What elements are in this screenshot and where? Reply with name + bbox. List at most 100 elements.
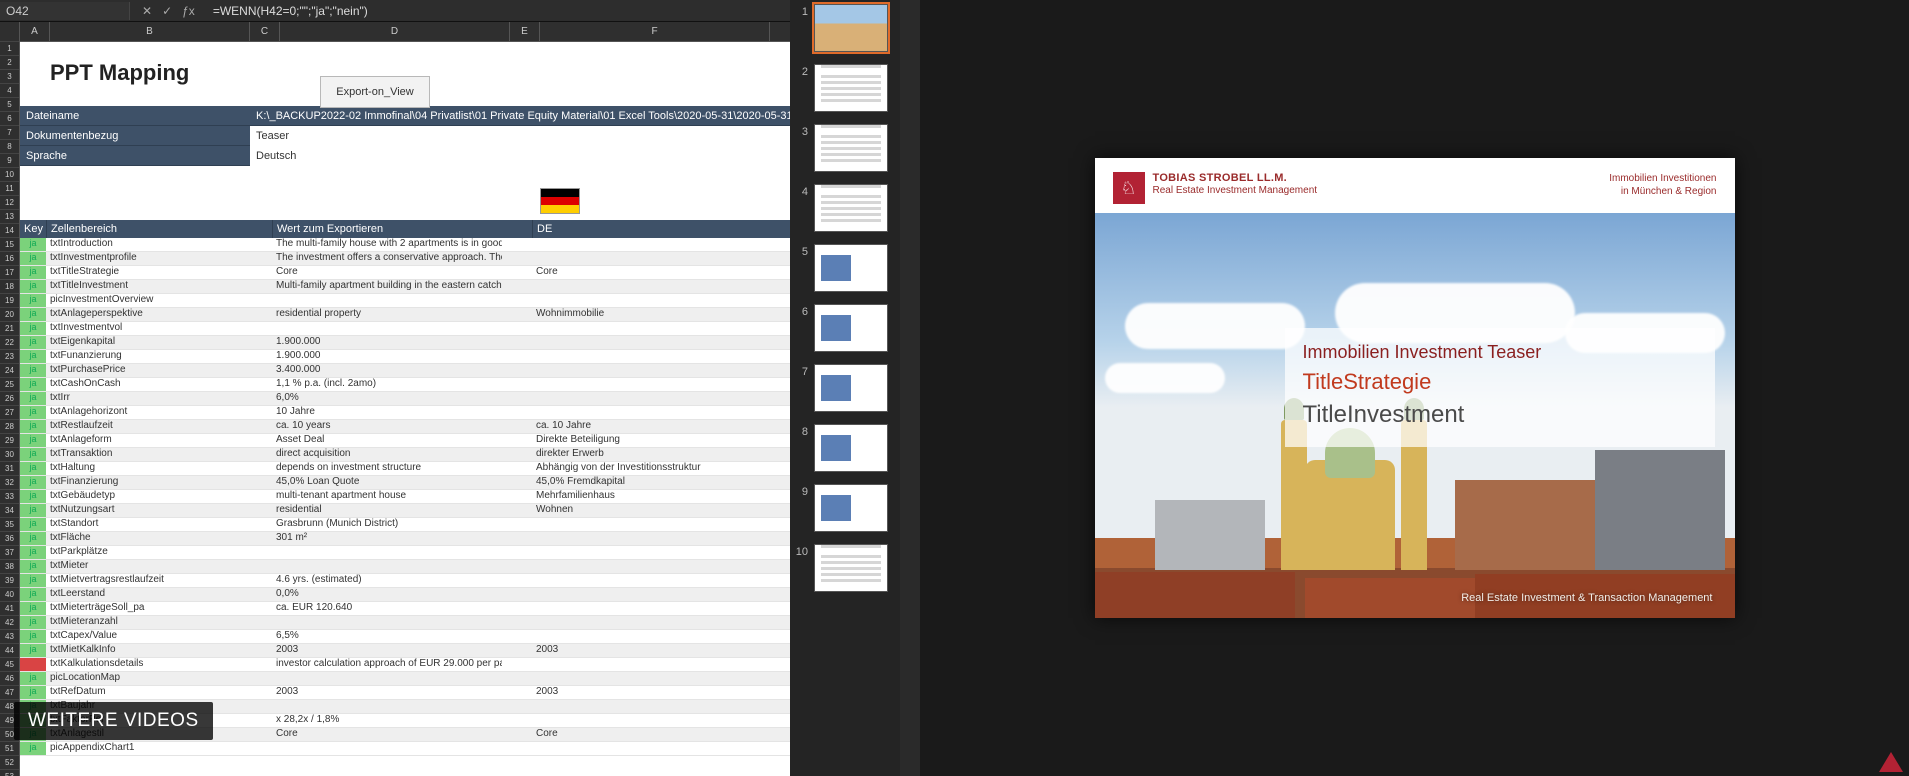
meta-value[interactable]: Teaser xyxy=(250,126,790,146)
col-header[interactable]: E xyxy=(510,22,540,41)
table-row[interactable]: jatxtTransaktiondirect acquisitiondirekt… xyxy=(20,448,790,462)
row-export-cell: 301 m² xyxy=(272,532,502,545)
row-de-cell xyxy=(532,392,790,405)
formula-controls: ✕ ✓ ƒx xyxy=(130,4,207,18)
row-de-cell xyxy=(532,546,790,559)
table-row[interactable]: jatxtMieteranzahl xyxy=(20,616,790,630)
table-row[interactable]: jatxtAnlageformAsset DealDirekte Beteili… xyxy=(20,434,790,448)
slide-thumbnail[interactable]: 3 xyxy=(794,124,896,172)
row-export-cell xyxy=(272,742,502,755)
table-row[interactable]: jatxtPurchasePrice3.400.000 xyxy=(20,364,790,378)
table-row[interactable]: jatxtInvestmentvol xyxy=(20,322,790,336)
table-row[interactable]: jatxtIrr6,0% xyxy=(20,392,790,406)
col-header[interactable]: F xyxy=(540,22,770,41)
table-row[interactable]: jatxtTitleStrategieCoreCore xyxy=(20,266,790,280)
table-row[interactable]: jatxtFunanzierung1.900.000 xyxy=(20,350,790,364)
table-row[interactable]: jatxtStandortGrasbrunn (Munich District) xyxy=(20,518,790,532)
title-text-band[interactable]: Immobilien Investment Teaser TitleStrate… xyxy=(1285,328,1715,447)
table-row[interactable]: jatxtCapex/Value6,5% xyxy=(20,630,790,644)
cancel-icon[interactable]: ✕ xyxy=(142,4,152,18)
table-row[interactable]: jatxtLeerstand0,0% xyxy=(20,588,790,602)
table-row[interactable]: jatxtFläche301 m² xyxy=(20,532,790,546)
thumb-preview[interactable] xyxy=(814,244,888,292)
table-row[interactable]: jatxtFinanzierung45,0% Loan Quote45,0% F… xyxy=(20,476,790,490)
slide-thumbnail[interactable]: 7 xyxy=(794,364,896,412)
table-row[interactable]: jatxtMieterträgeSoll_paca. EUR 120.640 xyxy=(20,602,790,616)
confirm-icon[interactable]: ✓ xyxy=(162,4,172,18)
table-row[interactable]: jatxtNutzungsartresidentialWohnen xyxy=(20,504,790,518)
row-de-cell xyxy=(532,588,790,601)
row-field-cell: txtAnlageperspektive xyxy=(46,308,246,321)
row-de-cell: Direkte Beteiligung xyxy=(532,434,790,447)
table-row[interactable]: jatxtParkplätze xyxy=(20,546,790,560)
row-de-cell xyxy=(532,630,790,643)
row-export-cell xyxy=(272,672,502,685)
slide-thumbnail[interactable]: 10 xyxy=(794,544,896,592)
thumb-preview[interactable] xyxy=(814,424,888,472)
thumb-preview[interactable] xyxy=(814,364,888,412)
meta-value[interactable]: K:\_BACKUP2022-02 Immofinal\04 Privatlis… xyxy=(250,106,790,126)
col-header[interactable]: D xyxy=(280,22,510,41)
table-row[interactable]: jatxtTitleInvestmentMulti-family apartme… xyxy=(20,280,790,294)
fx-icon[interactable]: ƒx xyxy=(182,4,195,18)
thumb-preview[interactable] xyxy=(814,4,888,52)
row-field-cell: txtAnlagehorizont xyxy=(46,406,246,419)
video-overlay-badge[interactable]: WEITERE VIDEOS xyxy=(14,702,213,740)
row-field-cell: txtLeerstand xyxy=(46,588,246,601)
title-line-2: TitleStrategie xyxy=(1303,369,1697,395)
slide-thumbnail[interactable]: 4 xyxy=(794,184,896,232)
thumb-preview[interactable] xyxy=(814,484,888,532)
row-de-cell xyxy=(532,742,790,755)
row-key-cell: ja xyxy=(20,266,46,279)
row-key-cell: ja xyxy=(20,490,46,503)
table-row[interactable]: jatxtAnlagehorizont10 Jahre xyxy=(20,406,790,420)
col-header[interactable]: C xyxy=(250,22,280,41)
table-row[interactable]: jatxtIntroductionThe multi-family house … xyxy=(20,238,790,252)
table-row[interactable]: japicAppendixChart1 xyxy=(20,742,790,756)
slide-thumbnail[interactable]: 6 xyxy=(794,304,896,352)
slide-stage: ♘ TOBIAS STROBEL LL.M. Real Estate Inves… xyxy=(920,0,1909,776)
table-row[interactable]: jatxtCashOnCash1,1 % p.a. (incl. 2amo) xyxy=(20,378,790,392)
row-field-cell: txtMieterträgeSoll_pa xyxy=(46,602,246,615)
table-row[interactable]: jatxtAnlageperspektiveresidential proper… xyxy=(20,308,790,322)
slide-thumbnail[interactable]: 1 xyxy=(794,4,896,52)
formula-input[interactable]: =WENN(H42=0;"";"ja";"nein") xyxy=(207,2,790,20)
row-field-cell: txtFinanzierung xyxy=(46,476,246,489)
thumb-preview[interactable] xyxy=(814,544,888,592)
thumb-preview[interactable] xyxy=(814,64,888,112)
col-header[interactable]: B xyxy=(50,22,250,41)
row-key-cell: ja xyxy=(20,462,46,475)
row-export-cell: 1.900.000 xyxy=(272,350,502,363)
slide-thumbnail[interactable]: 5 xyxy=(794,244,896,292)
row-key-cell: ja xyxy=(20,238,46,251)
table-row[interactable]: jatxtMieter xyxy=(20,560,790,574)
table-row[interactable]: jatxtRefDatum20032003 xyxy=(20,686,790,700)
thumb-preview[interactable] xyxy=(814,304,888,352)
thumb-preview[interactable] xyxy=(814,184,888,232)
table-row[interactable]: jatxtHaltungdepends on investment struct… xyxy=(20,462,790,476)
mapping-header-row: Key Zellenbereich Wert zum Exportieren D… xyxy=(20,220,790,238)
slide-thumbnail[interactable]: 9 xyxy=(794,484,896,532)
thumb-preview[interactable] xyxy=(814,124,888,172)
table-row[interactable]: jatxtMietKalkInfo20032003 xyxy=(20,644,790,658)
col-header[interactable]: A xyxy=(20,22,50,41)
meta-value[interactable]: Deutsch xyxy=(250,146,790,166)
row-field-cell: txtStandort xyxy=(46,518,246,531)
slide-canvas[interactable]: ♘ TOBIAS STROBEL LL.M. Real Estate Inves… xyxy=(1095,158,1735,618)
table-row[interactable]: jatxtMietvertragsrestlaufzeit4.6 yrs. (e… xyxy=(20,574,790,588)
table-row[interactable]: jatxtEigenkapital1.900.000 xyxy=(20,336,790,350)
table-row[interactable]: jatxtGebäudetypmulti-tenant apartment ho… xyxy=(20,490,790,504)
slide-thumbnail[interactable]: 8 xyxy=(794,424,896,472)
table-row[interactable]: japicInvestmentOverview xyxy=(20,294,790,308)
row-export-cell xyxy=(272,322,502,335)
table-row[interactable]: japicLocationMap xyxy=(20,672,790,686)
export-button[interactable]: Export-on_View xyxy=(320,76,430,108)
row-de-cell: Wohnimmobilie xyxy=(532,308,790,321)
name-box[interactable]: O42 xyxy=(0,2,130,20)
slide-thumbnail[interactable]: 2 xyxy=(794,64,896,112)
worksheet[interactable]: A B C D E F PPT Mapping Export-on_View D… xyxy=(20,22,790,776)
row-de-cell xyxy=(532,658,790,671)
table-row[interactable]: txtKalkulationsdetailsinvestor calculati… xyxy=(20,658,790,672)
table-row[interactable]: jatxtRestlaufzeitca. 10 yearsca. 10 Jahr… xyxy=(20,420,790,434)
table-row[interactable]: jatxtInvestmentprofileThe investment off… xyxy=(20,252,790,266)
